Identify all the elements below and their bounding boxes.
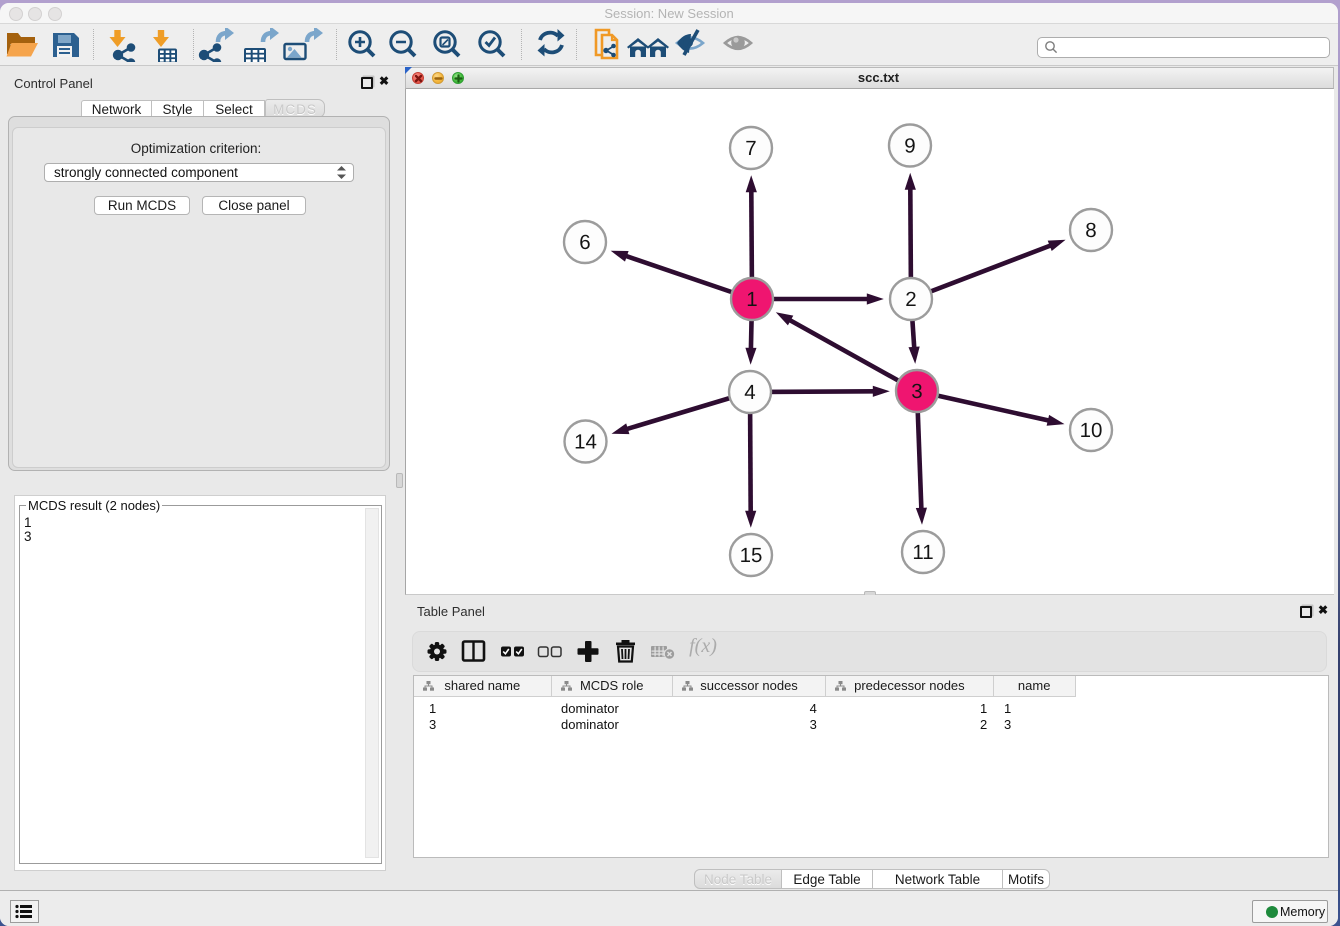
svg-text:2: 2: [905, 288, 916, 311]
svg-text:4: 4: [744, 381, 755, 404]
svg-text:11: 11: [912, 541, 933, 564]
svg-text:3: 3: [911, 380, 922, 403]
svg-text:10: 10: [1080, 419, 1103, 442]
svg-text:6: 6: [579, 231, 590, 254]
svg-text:15: 15: [740, 544, 763, 567]
svg-text:9: 9: [904, 135, 915, 158]
svg-text:7: 7: [745, 137, 756, 160]
svg-text:8: 8: [1085, 219, 1096, 242]
svg-text:1: 1: [746, 288, 757, 311]
svg-text:14: 14: [574, 431, 597, 454]
